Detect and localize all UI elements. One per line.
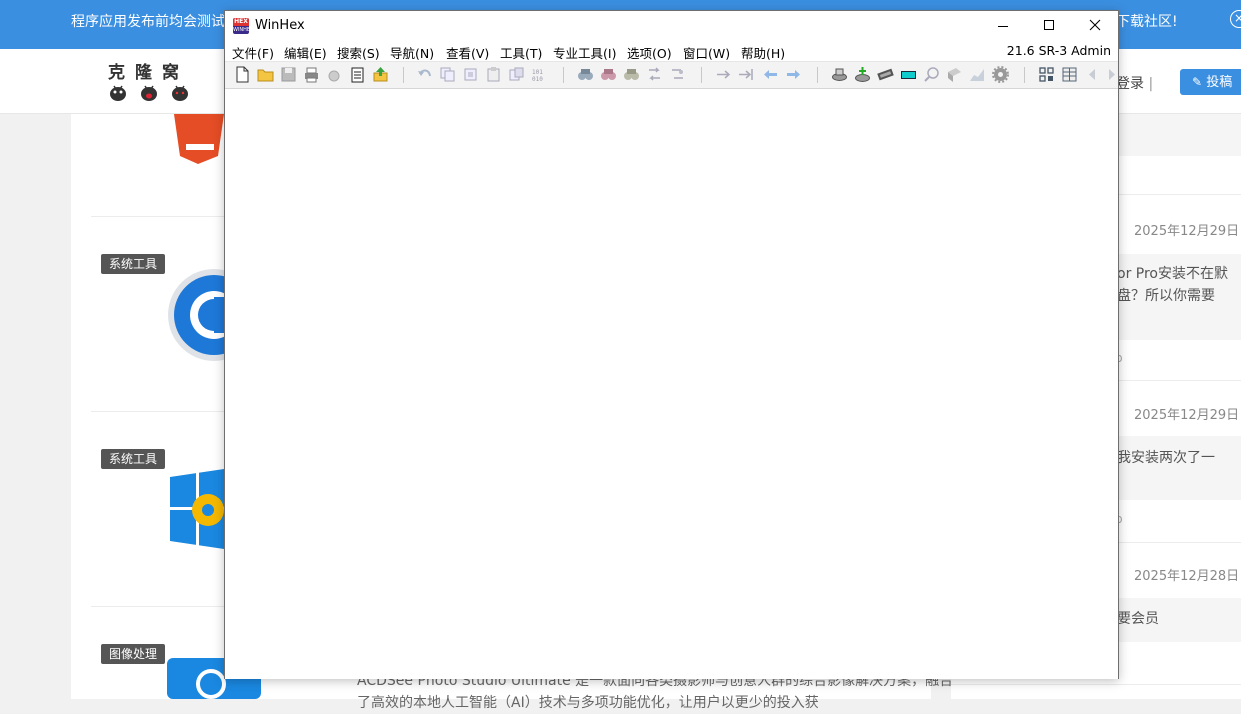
- svg-text:101: 101: [532, 69, 543, 76]
- find-icon[interactable]: [577, 66, 594, 83]
- winhex-window: HEX WINHEX WinHex 文件(F) 编辑(E) 搜索(S) 导航(N…: [224, 10, 1119, 679]
- toolbar-separator: [701, 67, 702, 83]
- export-icon[interactable]: [372, 66, 389, 83]
- forward-icon[interactable]: [785, 66, 802, 83]
- back-icon[interactable]: [762, 66, 779, 83]
- new-file-icon[interactable]: [234, 66, 251, 83]
- goto-sector-icon[interactable]: [738, 66, 755, 83]
- close-button[interactable]: [1072, 11, 1118, 41]
- app-icon-top-label: HEX: [233, 18, 249, 26]
- zoom-icon[interactable]: [923, 66, 940, 83]
- add-disk-icon[interactable]: [854, 66, 871, 83]
- menu-options[interactable]: 选项(O): [627, 43, 672, 62]
- properties-icon[interactable]: [349, 66, 366, 83]
- cut-icon[interactable]: [462, 66, 479, 83]
- logo-bug-icon: [172, 85, 188, 101]
- find-text-icon[interactable]: [623, 66, 640, 83]
- title-bar[interactable]: HEX WINHEX WinHex: [225, 11, 1118, 41]
- announcement-text-tail: 下载社区!: [1116, 14, 1178, 30]
- analyze-icon[interactable]: [946, 66, 963, 83]
- prev-icon[interactable]: [1084, 66, 1101, 83]
- comment-text[interactable]: 盘？所以你需要: [1117, 285, 1215, 307]
- category-tag[interactable]: 系统工具: [101, 254, 166, 274]
- open-folder-icon[interactable]: [257, 66, 274, 83]
- divider: [951, 684, 1241, 685]
- comment-date: 2025年12月28日: [1134, 569, 1240, 584]
- winhex-app-icon[interactable]: HEX WINHEX: [233, 18, 249, 34]
- toolbar-separator: [563, 67, 564, 83]
- comment-text[interactable]: or Pro安装不在默: [1117, 263, 1228, 285]
- replace-hex-icon[interactable]: [669, 66, 686, 83]
- windows-settings-logo-icon[interactable]: [168, 469, 226, 551]
- version-label: 21.6 SR-3 Admin: [1006, 43, 1111, 58]
- undo-save-icon[interactable]: [326, 66, 343, 83]
- ram-icon[interactable]: [877, 66, 894, 83]
- post-button-label: 投稿: [1206, 75, 1233, 90]
- replace-icon[interactable]: [646, 66, 663, 83]
- edit-icon: ✎: [1192, 75, 1203, 89]
- toolbar-separator: [403, 67, 404, 83]
- calculator-icon[interactable]: [900, 66, 917, 83]
- menu-navigation[interactable]: 导航(N): [390, 43, 434, 62]
- paste-icon[interactable]: [485, 66, 502, 83]
- toolbar: 101 010: [225, 61, 1118, 89]
- login-link[interactable]: 登录 |: [1116, 73, 1153, 93]
- copy-icon[interactable]: [439, 66, 456, 83]
- category-tag[interactable]: 系统工具: [101, 449, 166, 469]
- binary-icon[interactable]: 101010: [531, 66, 548, 83]
- comment-text[interactable]: 要会员: [1117, 608, 1159, 630]
- next-icon[interactable]: [1105, 66, 1118, 83]
- post-button[interactable]: ✎ 投稿: [1180, 69, 1241, 95]
- menu-view[interactable]: 查看(V): [446, 43, 489, 62]
- close-icon: [1089, 19, 1101, 31]
- goto-offset-icon[interactable]: [715, 66, 732, 83]
- grid-icon[interactable]: [1038, 66, 1055, 83]
- logo-bug-icon: [141, 85, 157, 101]
- chart-icon[interactable]: [969, 66, 986, 83]
- menu-window[interactable]: 窗口(W): [683, 43, 730, 62]
- open-disk-icon[interactable]: [831, 66, 848, 83]
- workspace-area[interactable]: [225, 88, 1118, 679]
- ccleaner-logo-icon[interactable]: [166, 267, 226, 363]
- article-description-line: 了高效的本地人工智能（AI）技术与多项功能优化，让用户以更少的投入获: [357, 695, 819, 711]
- login-separator: |: [1148, 76, 1154, 92]
- maximize-button[interactable]: [1026, 11, 1072, 41]
- settings-icon[interactable]: [992, 66, 1009, 83]
- comment-date: 2025年12月29日: [1134, 224, 1240, 239]
- menu-tools[interactable]: 工具(T): [500, 43, 542, 62]
- comment-text[interactable]: 我安装两次了一: [1117, 447, 1215, 469]
- print-icon[interactable]: [303, 66, 320, 83]
- category-tag[interactable]: 图像处理: [101, 644, 166, 664]
- svg-text:010: 010: [532, 76, 543, 83]
- find-hex-icon[interactable]: [600, 66, 617, 83]
- html5-logo-icon[interactable]: [166, 114, 226, 166]
- toolbar-separator: [1024, 67, 1025, 83]
- announcement-text: 程序应用发布前均会测试: [71, 14, 225, 30]
- login-label[interactable]: 登录: [1116, 76, 1144, 92]
- menu-specialist-tools[interactable]: 专业工具(I): [553, 43, 616, 62]
- save-icon[interactable]: [280, 66, 297, 83]
- app-icon-bottom-label: WINHEX: [233, 27, 249, 33]
- menu-edit[interactable]: 编辑(E): [284, 43, 327, 62]
- menu-help[interactable]: 帮助(H): [741, 43, 785, 62]
- layout-icon[interactable]: [1061, 66, 1078, 83]
- toolbar-separator: [817, 67, 818, 83]
- minimize-button[interactable]: [980, 11, 1026, 41]
- comment-date: 2025年12月29日: [1134, 408, 1240, 423]
- paste-special-icon[interactable]: [508, 66, 525, 83]
- site-logo[interactable]: 克隆窝: [108, 58, 189, 83]
- undo-icon[interactable]: [416, 66, 433, 83]
- menu-file[interactable]: 文件(F): [232, 43, 274, 62]
- window-title: WinHex: [255, 18, 305, 33]
- menu-bar: 文件(F) 编辑(E) 搜索(S) 导航(N) 查看(V) 工具(T) 专业工具…: [225, 41, 1118, 61]
- close-icon[interactable]: ×: [1230, 10, 1241, 28]
- logo-bug-icon: [110, 85, 126, 101]
- menu-search[interactable]: 搜索(S): [337, 43, 380, 62]
